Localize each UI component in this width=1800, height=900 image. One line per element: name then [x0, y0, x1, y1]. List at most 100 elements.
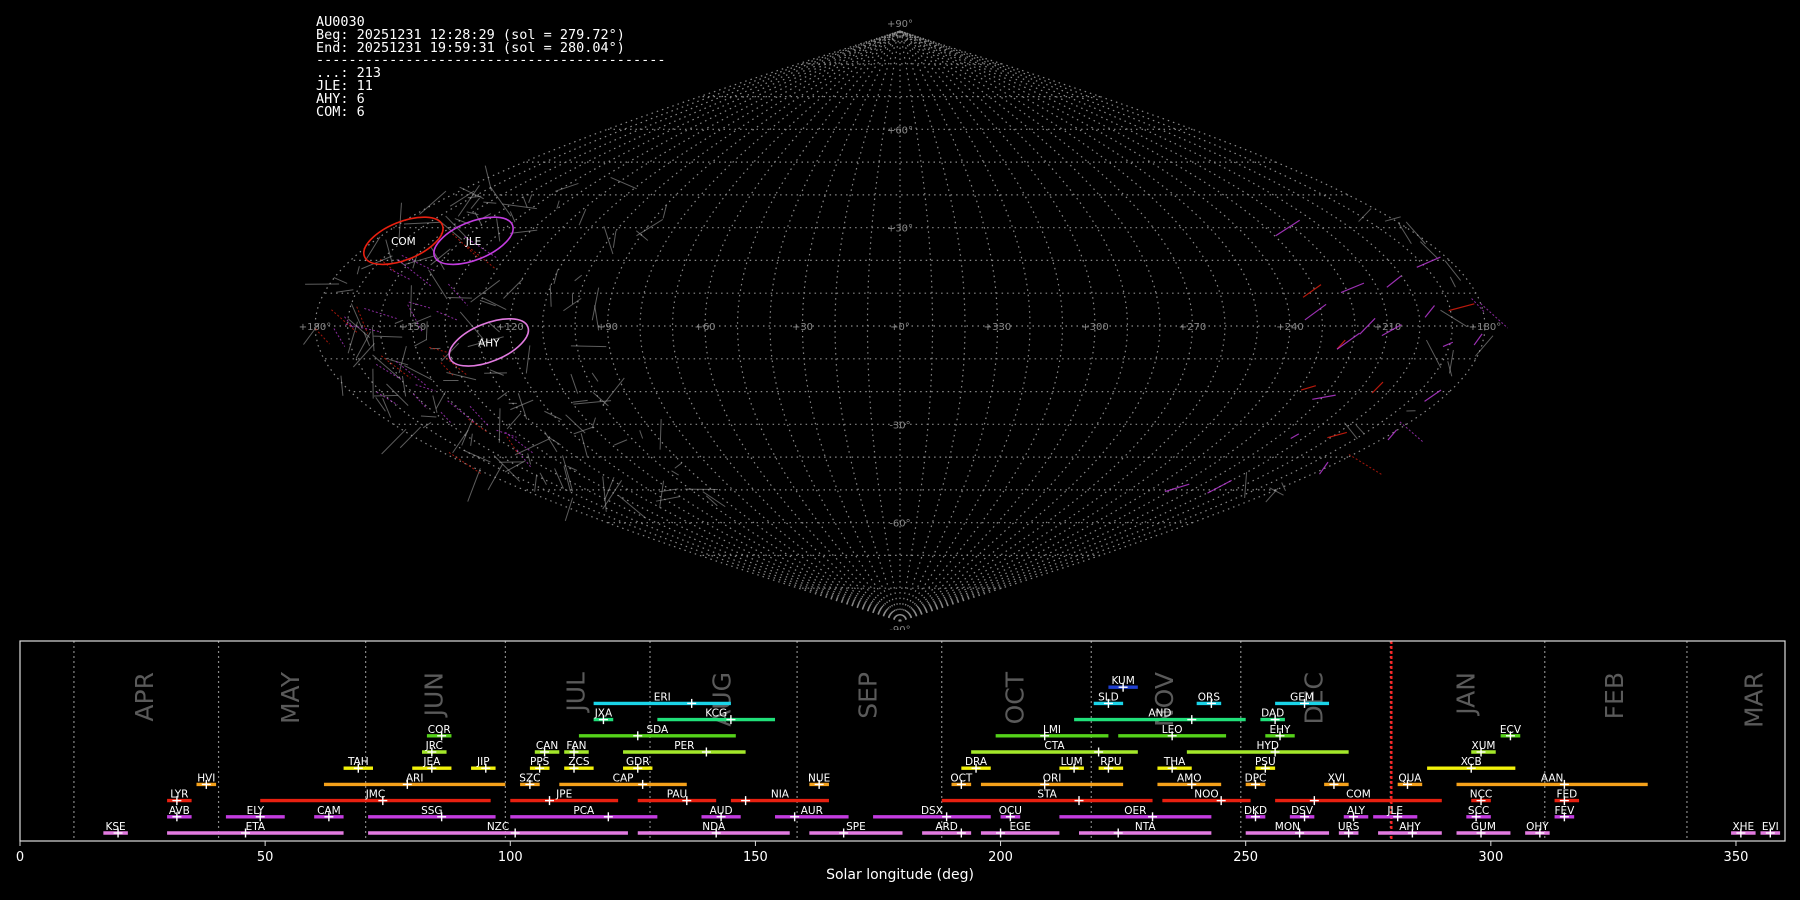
meridian-line [346, 30, 901, 622]
shower-label: ECV [1500, 724, 1522, 736]
radiant-label: AHY [478, 337, 500, 349]
shower-dad: DAD [1260, 708, 1285, 725]
sporadic-trail [398, 346, 407, 374]
shower-lyr: LYR [167, 789, 192, 806]
shower-label: AMO [1177, 772, 1202, 784]
shower-nue: NUE [808, 772, 830, 789]
lon-tick-label: +240 [1276, 322, 1303, 333]
shower-jpe: JPE [510, 789, 619, 806]
sporadic-trail [363, 331, 371, 347]
shower-aur: AUR [775, 805, 849, 822]
shower-label: JIP [476, 756, 490, 768]
shower-scc: SCC [1466, 805, 1491, 822]
shower-label: HYD [1257, 740, 1279, 752]
shower-label: EGE [1009, 821, 1030, 833]
shower-noo: NOO [1162, 789, 1251, 806]
sporadic-trail [333, 277, 348, 284]
sporadic-trail [1448, 349, 1454, 374]
sporadic-trail [573, 426, 594, 435]
lon-tick-label: +180° [299, 322, 331, 333]
shower-trail [1290, 433, 1300, 440]
shower-label: ZCS [568, 756, 590, 768]
sporadic-trail [1344, 422, 1358, 440]
sporadic-trail [674, 462, 682, 469]
shower-trail [469, 405, 490, 428]
shower-jle: JLE [1373, 805, 1418, 822]
shower-label: NCC [1470, 789, 1493, 801]
sporadic-trail [509, 229, 538, 234]
shower-per: PER [623, 740, 746, 757]
shower-label: LYR [170, 789, 188, 801]
radiant-ahy: AHY [448, 317, 530, 367]
lon-tick-label: +90 [597, 322, 618, 333]
shower-label: ORS [1198, 691, 1221, 703]
sporadic-trail [702, 491, 726, 508]
shower-trail [436, 310, 458, 321]
x-tick-label: 50 [257, 850, 274, 865]
shower-dkd: DKD [1244, 805, 1267, 822]
sporadic-trail [1440, 309, 1468, 328]
month-label: MAY [276, 671, 305, 724]
shower-label: ERI [654, 691, 671, 703]
month-label: JUL [562, 672, 591, 714]
shower-label: KSE [106, 821, 126, 833]
sporadic-trail [578, 208, 587, 226]
sporadic-trail [1265, 487, 1279, 503]
sporadic-trail [446, 371, 477, 381]
sporadic-trail [544, 410, 562, 421]
count-line: JLE: 11 [316, 77, 373, 94]
shower-trail [1304, 303, 1327, 321]
shower-dsv: DSV [1289, 805, 1315, 822]
shower-label: JRC [425, 740, 443, 752]
sporadic-trail [522, 196, 528, 208]
shower-trail [1327, 431, 1348, 439]
shower-label: SPE [846, 821, 866, 833]
shower-label: OHY [1526, 821, 1549, 833]
shower-trail [440, 411, 452, 424]
x-tick-label: 300 [1478, 850, 1503, 865]
shower-fan: FAN [564, 740, 589, 757]
shower-aud: AUD [701, 805, 741, 822]
shower-trail [1336, 332, 1360, 350]
sporadic-trail [401, 375, 407, 397]
shower-trail [447, 400, 476, 424]
shower-label: COR [428, 724, 451, 736]
shower-mon: MON [1245, 821, 1330, 838]
shower-dsx: DSX [873, 805, 991, 822]
x-tick-label: 250 [1233, 850, 1258, 865]
shower-trail [1473, 333, 1483, 346]
shower-ege: EGE [980, 821, 1060, 838]
sporadic-trail [425, 321, 428, 341]
month-label: APR [130, 672, 159, 722]
shower-psu: PSU [1255, 756, 1276, 773]
sporadic-trail [591, 372, 599, 382]
shower-pca: PCA [510, 805, 658, 822]
shower-xhe: XHE [1731, 821, 1756, 838]
shower-label: ELY [247, 805, 265, 817]
sporadic-trail [414, 339, 427, 347]
shower-label: AUD [710, 805, 733, 817]
shower-trail [1442, 341, 1454, 348]
shower-label: LUM [1061, 756, 1083, 768]
shower-label: CAP [613, 772, 634, 784]
shower-trail [1399, 421, 1424, 443]
shower-trail [345, 323, 380, 333]
sporadic-trail [457, 184, 480, 217]
shower-label: EVI [1762, 821, 1779, 833]
sporadic-trail [1420, 241, 1438, 259]
shower-cta: CTA [971, 740, 1138, 757]
shower-label: PAU [667, 789, 688, 801]
shower-label: EHY [1270, 724, 1292, 736]
sporadic-trail [591, 417, 597, 429]
shower-label: XUM [1472, 740, 1496, 752]
shower-leo: LEO [1118, 724, 1227, 741]
shower-tah: TAH [343, 756, 373, 773]
shower-can: CAN [534, 740, 560, 757]
sporadic-trail [470, 433, 473, 446]
lat-tick-label: +30° [887, 224, 913, 235]
shower-tha: THA [1157, 756, 1192, 773]
shower-ncc: NCC [1470, 789, 1493, 806]
shower-label: DKD [1244, 805, 1267, 817]
shower-fed: FED [1554, 789, 1580, 806]
sporadic-trail [659, 419, 662, 450]
